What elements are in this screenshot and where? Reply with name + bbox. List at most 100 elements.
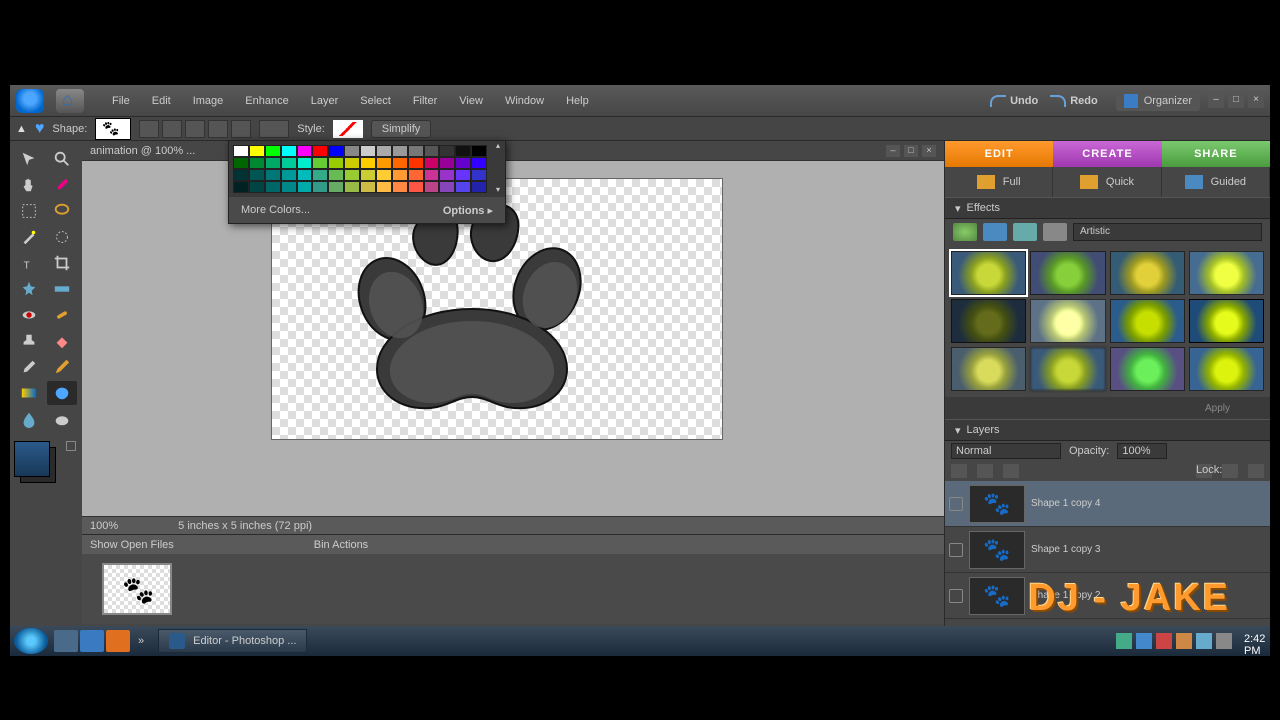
hand-tool-icon[interactable] xyxy=(14,173,44,197)
color-swatch[interactable] xyxy=(455,169,471,181)
color-swatch[interactable] xyxy=(455,157,471,169)
sponge-tool-icon[interactable] xyxy=(47,407,77,431)
healing-tool-icon[interactable] xyxy=(47,303,77,327)
color-swatch[interactable] xyxy=(312,145,328,157)
quicklaunch-icon[interactable] xyxy=(80,630,104,652)
effect-thumb[interactable] xyxy=(1030,299,1105,343)
zoom-tool-icon[interactable] xyxy=(47,147,77,171)
color-swatch[interactable] xyxy=(392,169,408,181)
color-swatch[interactable] xyxy=(392,181,408,193)
redeye-tool-icon[interactable] xyxy=(14,303,44,327)
color-swatch[interactable] xyxy=(281,181,297,193)
subtab-full[interactable]: Full xyxy=(945,167,1053,197)
clock[interactable]: 2:42 PM xyxy=(1244,633,1260,649)
geom-opt-1[interactable] xyxy=(139,120,159,138)
color-swatch[interactable] xyxy=(424,145,440,157)
quicklaunch-icon[interactable] xyxy=(106,630,130,652)
subtab-quick[interactable]: Quick xyxy=(1053,167,1161,197)
effect-thumb[interactable] xyxy=(1110,251,1185,295)
lock-all-icon[interactable] xyxy=(1248,464,1264,478)
shape-picker[interactable] xyxy=(95,118,131,140)
color-swatches[interactable] xyxy=(14,441,78,491)
color-swatch[interactable] xyxy=(328,145,344,157)
fx-layer-icon[interactable] xyxy=(983,223,1007,241)
zoom-level[interactable]: 100% xyxy=(90,520,118,532)
color-swatch[interactable] xyxy=(249,169,265,181)
color-swatch[interactable] xyxy=(233,169,249,181)
close-button[interactable]: × xyxy=(1248,94,1264,108)
color-swatch[interactable] xyxy=(328,157,344,169)
menu-image[interactable]: Image xyxy=(183,91,234,111)
color-swatch[interactable] xyxy=(439,169,455,181)
visibility-icon[interactable] xyxy=(949,589,963,603)
tray-icon[interactable] xyxy=(1156,633,1172,649)
eraser-tool-icon[interactable] xyxy=(47,329,77,353)
taskbar-app[interactable]: Editor - Photoshop ... xyxy=(158,629,307,653)
menu-view[interactable]: View xyxy=(449,91,493,111)
menu-filter[interactable]: Filter xyxy=(403,91,447,111)
geom-opt-4[interactable] xyxy=(208,120,228,138)
organizer-button[interactable]: Organizer xyxy=(1116,91,1200,111)
color-swatch[interactable] xyxy=(297,157,313,169)
effect-thumb[interactable] xyxy=(1110,347,1185,391)
picker-options-button[interactable]: Options ▸ xyxy=(443,204,493,217)
color-swatch[interactable] xyxy=(408,145,424,157)
color-swatch[interactable] xyxy=(376,169,392,181)
home-icon[interactable] xyxy=(56,89,84,113)
bin-thumbnail[interactable] xyxy=(102,563,172,615)
visibility-icon[interactable] xyxy=(949,497,963,511)
color-swatch[interactable] xyxy=(360,157,376,169)
color-swatch[interactable] xyxy=(281,157,297,169)
tray-icon[interactable] xyxy=(1116,633,1132,649)
color-swatch[interactable] xyxy=(424,181,440,193)
color-swatch[interactable] xyxy=(471,145,487,157)
color-swatch[interactable] xyxy=(408,157,424,169)
delete-layer-icon[interactable] xyxy=(1003,464,1019,478)
quicklaunch-more-icon[interactable]: » xyxy=(138,635,144,647)
color-swatch[interactable] xyxy=(424,169,440,181)
volume-icon[interactable] xyxy=(1216,633,1232,649)
canvas[interactable] xyxy=(82,161,944,516)
picker-scrollbar[interactable]: ▴▾ xyxy=(491,141,505,197)
doc-close-icon[interactable]: × xyxy=(922,145,936,157)
color-swatch[interactable] xyxy=(439,181,455,193)
color-swatch[interactable] xyxy=(328,169,344,181)
doc-minimize-icon[interactable]: – xyxy=(886,145,900,157)
fg-color-swatch[interactable] xyxy=(14,441,50,477)
color-swatch[interactable] xyxy=(471,157,487,169)
color-swatch[interactable] xyxy=(312,157,328,169)
color-swatch[interactable] xyxy=(344,169,360,181)
opacity-input[interactable]: 100% xyxy=(1117,443,1167,459)
move-tool-icon[interactable] xyxy=(14,147,44,171)
menu-enhance[interactable]: Enhance xyxy=(235,91,298,111)
color-swatch[interactable] xyxy=(360,145,376,157)
color-swatch[interactable] xyxy=(376,157,392,169)
color-swatch[interactable] xyxy=(297,145,313,157)
cookie-tool-icon[interactable] xyxy=(14,277,44,301)
eyedropper-tool-icon[interactable] xyxy=(47,173,77,197)
color-swatch[interactable] xyxy=(392,157,408,169)
color-swatch[interactable] xyxy=(471,181,487,193)
geom-opt-5[interactable] xyxy=(231,120,251,138)
color-swatch[interactable] xyxy=(376,181,392,193)
visibility-icon[interactable] xyxy=(949,543,963,557)
marquee-tool-icon[interactable] xyxy=(14,199,44,223)
type-tool-icon[interactable]: T xyxy=(14,251,44,275)
minimize-button[interactable]: – xyxy=(1208,94,1224,108)
swap-colors-icon[interactable] xyxy=(66,441,76,451)
color-swatch[interactable] xyxy=(408,169,424,181)
layer-name[interactable]: Shape 1 copy 3 xyxy=(1031,544,1101,555)
lasso-tool-icon[interactable] xyxy=(47,199,77,223)
color-swatch[interactable] xyxy=(297,169,313,181)
color-swatch[interactable] xyxy=(455,181,471,193)
pencil-tool-icon[interactable] xyxy=(47,355,77,379)
blur-tool-icon[interactable] xyxy=(14,407,44,431)
layers-header[interactable]: ▾Layers xyxy=(945,419,1270,441)
tray-icon[interactable] xyxy=(1136,633,1152,649)
tab-create[interactable]: CREATE xyxy=(1053,141,1161,167)
layer-row[interactable]: 🐾 Shape 1 copy 4 xyxy=(945,481,1270,527)
color-well[interactable] xyxy=(259,120,289,138)
color-swatch[interactable] xyxy=(328,181,344,193)
color-swatch[interactable] xyxy=(376,145,392,157)
quicklaunch-icon[interactable] xyxy=(54,630,78,652)
